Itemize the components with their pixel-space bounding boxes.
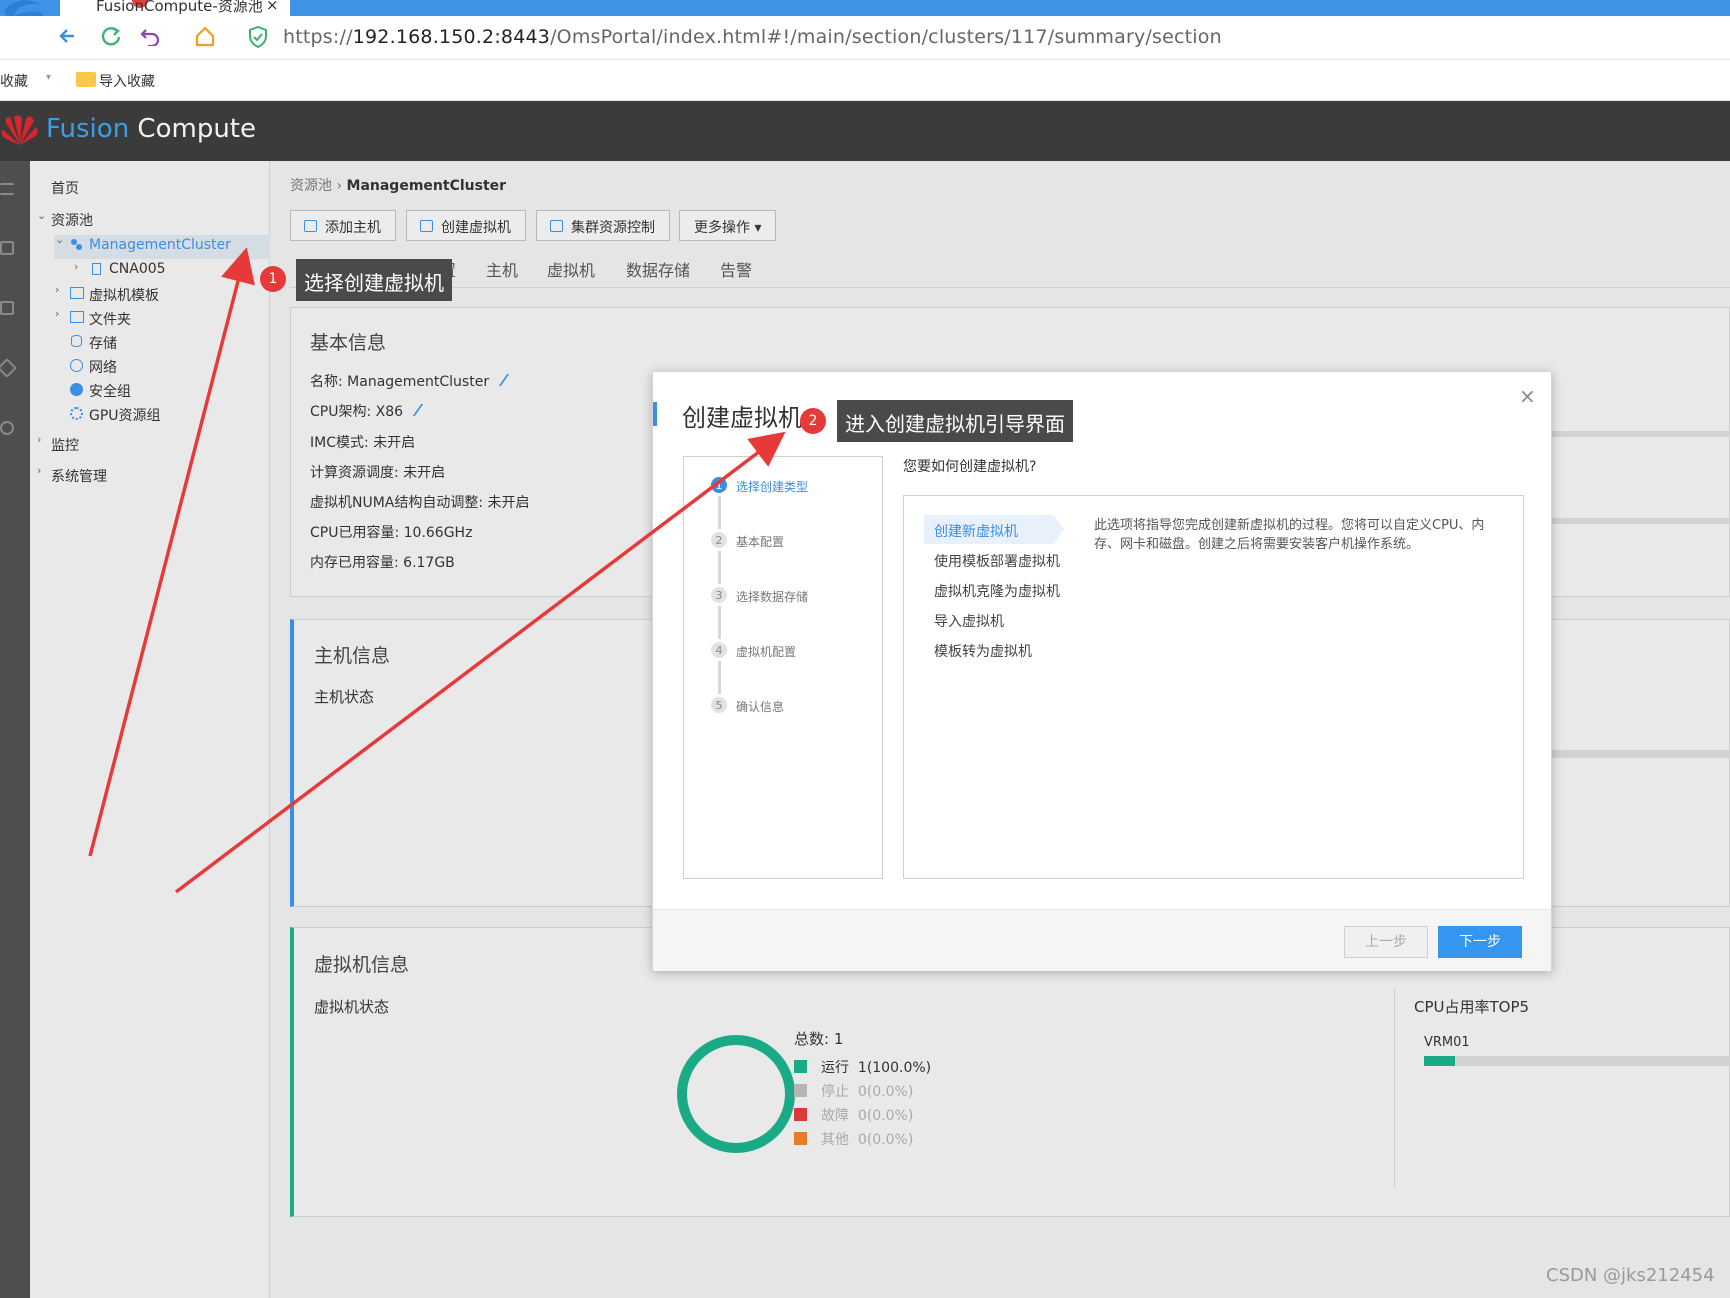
arrow-to-cluster	[88, 247, 255, 857]
annotation-arrows	[88, 247, 786, 894]
annotation-badge-2: 2	[800, 408, 826, 434]
annotation-badge-1: 1	[260, 266, 286, 292]
annotation-callout-2: 进入创建虚拟机引导界面	[837, 400, 1073, 442]
arrow-to-dialog	[174, 431, 786, 894]
watermark: CSDN @jks212454	[1546, 1265, 1715, 1286]
annotation-callout-1: 选择创建虚拟机	[296, 259, 452, 301]
